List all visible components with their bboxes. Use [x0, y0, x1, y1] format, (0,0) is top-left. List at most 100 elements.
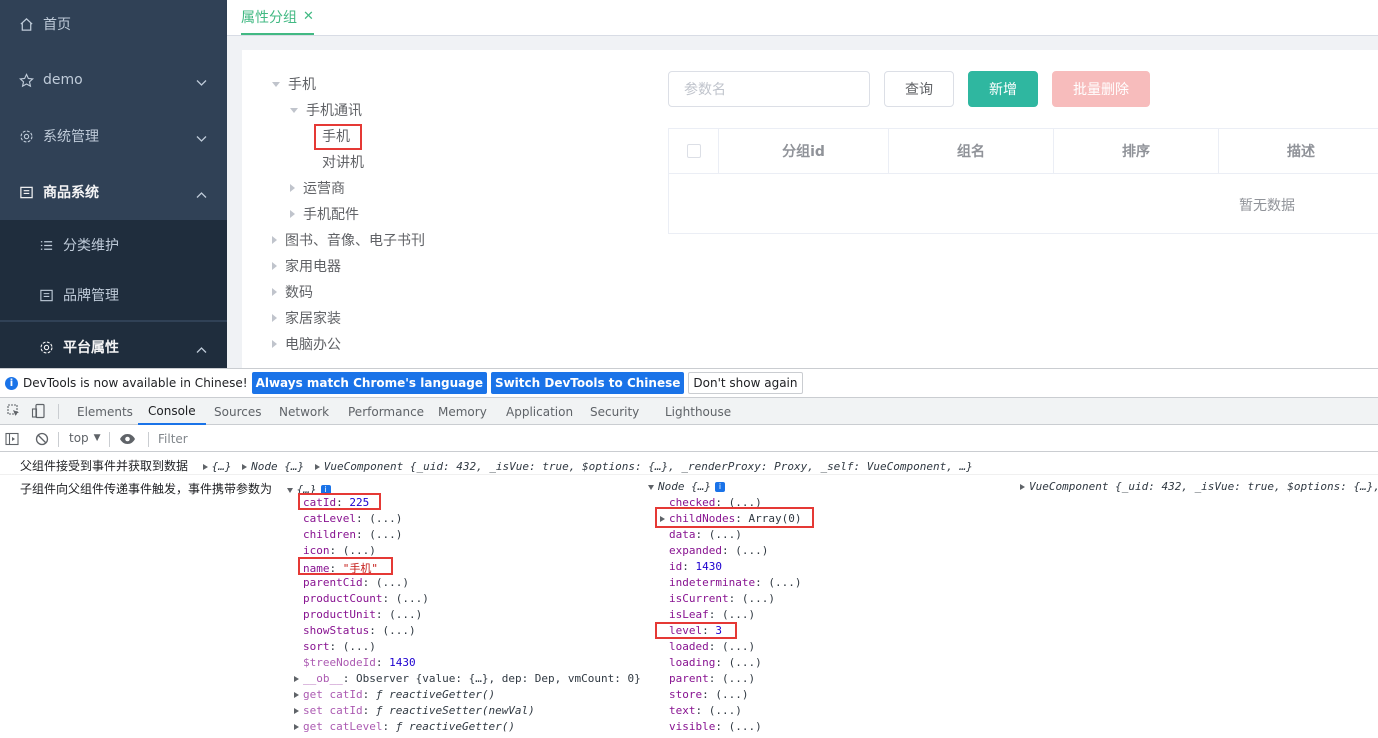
list-icon	[38, 237, 54, 253]
sidebar-item-category[interactable]: 分类维护	[0, 220, 227, 270]
filter-input[interactable]: Filter	[158, 432, 188, 446]
object-prop: productUnit: (...)	[303, 608, 423, 621]
object-prop[interactable]: get catLevel: ƒ reactiveGetter()	[294, 720, 515, 733]
tab-sources[interactable]: Sources	[214, 398, 261, 425]
tree-node[interactable]: 电脑办公	[272, 331, 341, 357]
caret-right-icon	[272, 236, 277, 244]
object-prop[interactable]: get catId: ƒ reactiveGetter()	[294, 688, 495, 701]
node-prop: id: 1430	[669, 560, 722, 573]
chevron-down-icon	[196, 131, 207, 147]
expand-icon	[294, 708, 299, 714]
object-prop[interactable]: __ob__: Observer {value: {…}, dep: Dep, …	[294, 672, 641, 685]
object-prop: productCount: (...)	[303, 592, 429, 605]
collapse-icon[interactable]	[648, 484, 654, 490]
object-prop: icon: (...)	[303, 544, 376, 557]
node-prop: store: (...)	[669, 688, 749, 701]
expand-icon[interactable]	[1020, 484, 1025, 490]
tree-node-label: 手机配件	[303, 207, 359, 223]
tree-node[interactable]: 数码	[272, 279, 313, 305]
batch-delete-button[interactable]: 批量删除	[1052, 71, 1150, 107]
tab-performance[interactable]: Performance	[348, 398, 424, 425]
param-name-input[interactable]: 参数名	[668, 71, 870, 107]
highlight-box	[298, 493, 381, 510]
tab-attr-group[interactable]: 属性分组 ✕	[241, 0, 314, 35]
caret-right-icon	[272, 314, 277, 322]
tab-label: 属性分组	[241, 9, 297, 26]
tree-node[interactable]: 家居家装	[272, 305, 341, 331]
star-icon	[18, 72, 34, 88]
tree-node[interactable]: 图书、音像、电子书刊	[272, 227, 425, 253]
tree-node-label: 对讲机	[322, 155, 364, 171]
highlight-box	[298, 557, 393, 575]
console-object[interactable]: VueComponent {_uid: 432, _isVue: true, $…	[1020, 480, 1378, 493]
object-prop[interactable]: set catId: ƒ reactiveSetter(newVal)	[294, 704, 535, 717]
object-prop: $treeNodeId: 1430	[303, 656, 416, 669]
tab-lighthouse[interactable]: Lighthouse	[665, 398, 731, 425]
object-prop: parentCid: (...)	[303, 576, 409, 589]
devtools-language-banner: i DevTools is now available in Chinese! …	[0, 368, 1378, 398]
object-prop: sort: (...)	[303, 640, 376, 653]
tree-node[interactable]: 家用电器	[272, 253, 341, 279]
expand-icon[interactable]	[242, 464, 248, 470]
inspect-icon[interactable]	[7, 404, 21, 421]
dropdown-arrow-icon: ▼	[93, 433, 101, 443]
select-all-checkbox[interactable]	[686, 144, 701, 158]
tab-network[interactable]: Network	[279, 398, 329, 425]
tree-node[interactable]: 运营商	[290, 175, 345, 201]
node-prop: data: (...)	[669, 528, 742, 541]
tab-application[interactable]: Application	[506, 398, 573, 425]
sidebar-item-demo[interactable]: demo	[0, 52, 227, 108]
log-object: Node {…}	[658, 480, 711, 493]
sidebar-item-label: demo	[43, 72, 83, 88]
close-icon[interactable]: ✕	[303, 9, 314, 24]
log-object[interactable]: {…}	[212, 460, 232, 473]
tree-node-label: 家用电器	[285, 259, 341, 275]
sidebar-item-label: 平台属性	[63, 340, 119, 356]
log-object[interactable]: VueComponent {_uid: 432, _isVue: true, $…	[324, 460, 973, 473]
tab-memory[interactable]: Memory	[438, 398, 487, 425]
console-message: 父组件接受到事件并获取到数据 {…} Node {…} VueComponent…	[20, 457, 973, 474]
sidebar-item-home[interactable]: 首页	[0, 0, 227, 52]
tab-elements[interactable]: Elements	[77, 398, 133, 425]
match-language-button[interactable]: Always match Chrome's language	[251, 372, 487, 394]
node-prop: loading: (...)	[669, 656, 762, 669]
query-button[interactable]: 查询	[884, 71, 954, 107]
tree-node-label: 数码	[285, 285, 313, 301]
sidebar-toggle-icon[interactable]	[5, 432, 19, 449]
tree-node[interactable]: 手机通讯	[290, 97, 362, 123]
sidebar-item-brand[interactable]: 品牌管理	[0, 270, 227, 320]
log-object[interactable]: Node {…}	[251, 460, 304, 473]
column-header[interactable]: 分组id	[719, 129, 889, 174]
info-badge-icon: i	[714, 482, 725, 492]
sidebar-item-system[interactable]: 系统管理	[0, 108, 227, 164]
tab-console[interactable]: Console	[138, 398, 206, 425]
node-prop: parent: (...)	[669, 672, 756, 685]
column-header[interactable]: 排序	[1054, 129, 1219, 174]
node-prop: expanded: (...)	[669, 544, 769, 557]
expand-icon[interactable]	[314, 464, 320, 470]
node-prop: isCurrent: (...)	[669, 592, 775, 605]
sidebar-item-platform-attr[interactable]: 平台属性	[0, 322, 227, 368]
content-card: 手机 手机通讯 手机 对讲机 运营商 手机配件 图书、音像、电子书刊 家用电器 …	[242, 50, 1378, 368]
add-button[interactable]: 新增	[968, 71, 1038, 107]
tree-node[interactable]: 对讲机	[322, 149, 364, 175]
clear-console-icon[interactable]	[35, 432, 49, 449]
context-selector[interactable]: top ▼	[69, 431, 101, 445]
column-header[interactable]: 描述	[1219, 129, 1378, 174]
expand-icon[interactable]	[202, 464, 208, 470]
tree-node[interactable]: 手机	[272, 71, 316, 97]
dont-show-again-button[interactable]: Don't show again	[688, 372, 803, 394]
collapse-icon[interactable]	[286, 487, 293, 493]
tab-security[interactable]: Security	[590, 398, 639, 425]
book-icon	[18, 184, 34, 200]
gear-icon	[18, 128, 34, 144]
switch-chinese-button[interactable]: Switch DevTools to Chinese	[490, 372, 685, 394]
tree-node[interactable]: 手机配件	[290, 201, 359, 227]
sidebar-item-product-system[interactable]: 商品系统	[0, 164, 227, 220]
divider	[58, 404, 59, 419]
object-prop: showStatus: (...)	[303, 624, 416, 637]
device-toolbar-icon[interactable]	[31, 403, 47, 422]
column-header[interactable]: 组名	[889, 129, 1054, 174]
eye-icon[interactable]	[119, 432, 136, 449]
console-object[interactable]: Node {…} i	[648, 480, 725, 493]
